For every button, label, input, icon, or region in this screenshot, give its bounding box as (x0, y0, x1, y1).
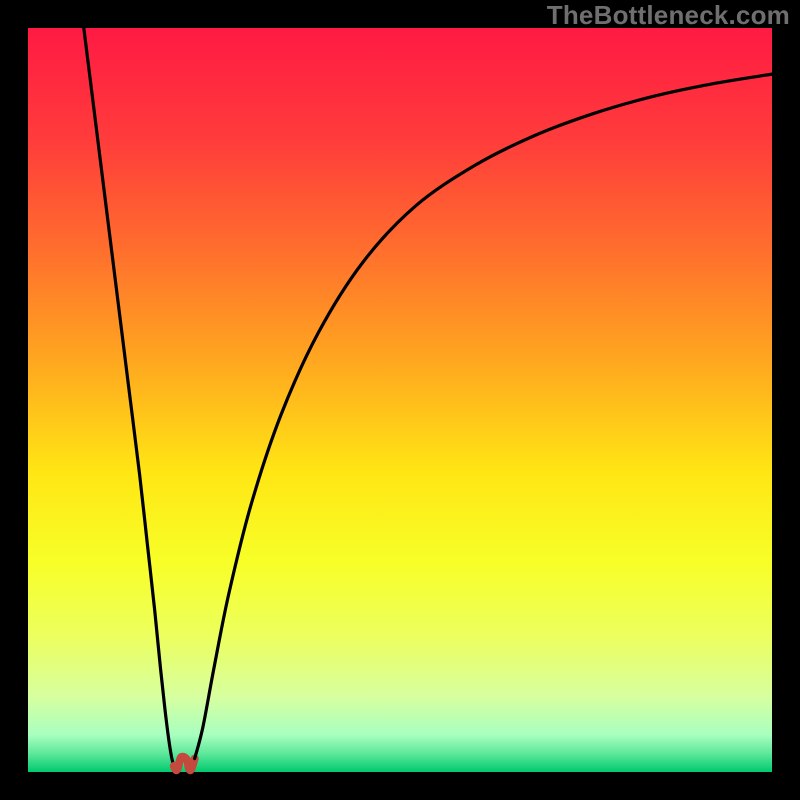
watermark-text: TheBottleneck.com (547, 0, 790, 31)
plot-background (28, 28, 772, 772)
bottleneck-chart: TheBottleneck.com (0, 0, 800, 800)
chart-canvas (0, 0, 800, 800)
